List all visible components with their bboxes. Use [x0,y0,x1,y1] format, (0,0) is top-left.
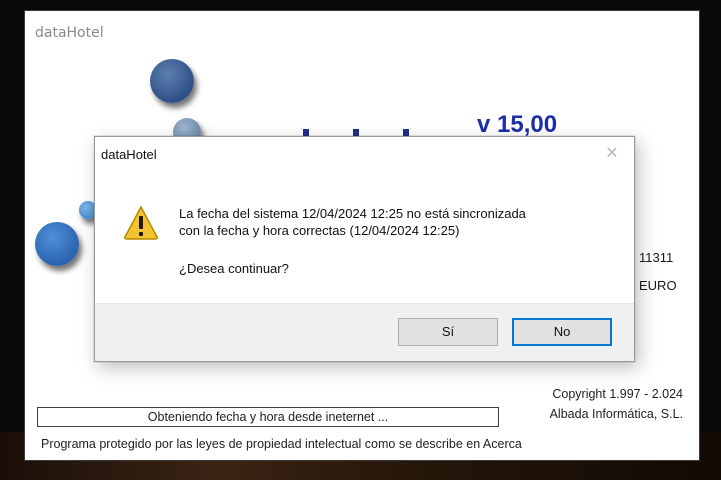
legal-notice: Programa protegido por las leyes de prop… [41,437,522,451]
message-line: La fecha del sistema 12/04/2024 12:25 no… [179,206,526,221]
no-button[interactable]: No [512,318,612,346]
close-icon[interactable]: ✕ [602,143,622,163]
message-line: con la fecha y hora correctas (12/04/202… [179,223,460,238]
logo-ball-left [35,222,79,266]
dialog-question: ¿Desea continuar? [179,261,289,276]
message-dialog: dataHotel ✕ La fecha del sistema 12/04/2… [94,136,635,362]
dialog-title: dataHotel [101,147,157,162]
warning-icon [124,205,158,240]
license-number: 11311 [639,250,674,265]
logo-ball-large [150,59,194,103]
yes-button[interactable]: Sí [398,318,498,346]
copyright-block: Copyright 1.997 - 2.024 Albada Informáti… [550,384,683,424]
splash-title: dataHotel [35,25,104,41]
company-line: Albada Informática, S.L. [549,407,683,421]
copyright-line: Copyright 1.997 - 2.024 [552,387,683,401]
version-label: v 15,00 [477,111,558,138]
dialog-message: La fecha del sistema 12/04/2024 12:25 no… [179,205,526,239]
status-box: Obteniendo fecha y hora desde ineternet … [37,407,499,427]
currency-label: EURO [639,278,677,293]
